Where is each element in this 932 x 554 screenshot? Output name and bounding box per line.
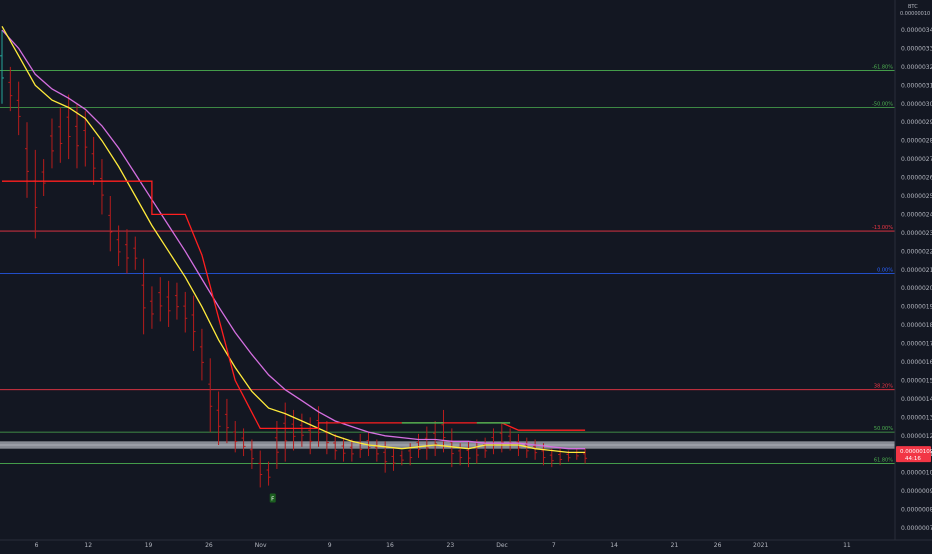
y-tick-label: 0.00000240	[901, 211, 932, 218]
y-tick-label: 0.00000280	[901, 138, 932, 145]
y-tick-label: 0.00000130	[901, 414, 932, 421]
y-tick-label: 0.00000100	[901, 470, 932, 477]
y-tick-label: 0.00000190	[901, 304, 932, 311]
fib-level-label: 0.00%	[877, 267, 893, 273]
fib-level-label: -50.00%	[872, 101, 893, 107]
y-tick-label: 0.00000320	[901, 64, 932, 71]
x-tick-label: 9	[328, 542, 332, 549]
x-tick-label: 26	[714, 542, 722, 549]
y-tick-label: 0.00000220	[901, 248, 932, 255]
y-tick-label: 0.00000210	[901, 267, 932, 274]
y-tick-label: 0.00000230	[901, 230, 932, 237]
x-tick-label: Dec	[496, 542, 508, 549]
axis-header-symbol: BTC	[908, 4, 918, 10]
y-tick-label: 0.00000080	[901, 507, 932, 514]
y-tick-label: 0.00000150	[901, 377, 932, 384]
fib-level-label: 38.20%	[874, 384, 893, 390]
x-tick-label: 16	[386, 542, 394, 549]
y-tick-label: 0.00000140	[901, 396, 932, 403]
y-tick-label: 0.00000160	[901, 359, 932, 366]
price-badge-countdown: 44:16	[905, 456, 921, 462]
x-tick-label: 2021	[753, 542, 768, 549]
y-tick-label: 0.00000340	[901, 27, 932, 34]
y-tick-label: 0.00000090	[901, 488, 932, 495]
y-tick-label: 0.00000330	[901, 45, 932, 52]
x-tick-label: 23	[447, 542, 455, 549]
chart-svg[interactable]: -61.80%-50.00%-13.00%0.00%38.20%50.00%61…	[0, 0, 932, 550]
y-tick-label: 0.00000120	[901, 433, 932, 440]
chart-background	[0, 0, 932, 550]
y-tick-label: 0.00000300	[901, 101, 932, 108]
y-tick-label: 0.00000310	[901, 82, 932, 89]
fib-level-label: 50.00%	[874, 426, 893, 432]
marker-label: F	[271, 496, 274, 502]
x-tick-label: 19	[145, 542, 153, 549]
x-tick-label: 6	[35, 542, 39, 549]
y-tick-label: 0.00000250	[901, 193, 932, 200]
y-tick-label: 0.00000170	[901, 341, 932, 348]
axis-header-scale: 0.00000010	[900, 11, 930, 17]
fib-level-label: 61.80%	[874, 457, 893, 463]
price-badge-value: 0.00000109	[900, 449, 932, 455]
y-tick-label: 0.00000270	[901, 156, 932, 163]
y-tick-label: 0.00000070	[901, 525, 932, 532]
fib-level-label: -61.80%	[872, 65, 893, 71]
x-tick-label: 21	[671, 542, 679, 549]
x-tick-label: 12	[84, 542, 92, 549]
x-tick-label: 14	[610, 542, 618, 549]
y-tick-label: 0.00000200	[901, 285, 932, 292]
y-tick-label: 0.00000260	[901, 175, 932, 182]
fib-level-label: -13.00%	[872, 225, 893, 231]
y-tick-label: 0.00000180	[901, 322, 932, 329]
x-tick-label: 11	[843, 542, 851, 549]
x-tick-label: 7	[552, 542, 556, 549]
x-tick-label: 26	[205, 542, 213, 549]
y-tick-label: 0.00000290	[901, 119, 932, 126]
price-chart[interactable]: -61.80% -50.00% -13.00% 0.00% 38.20% 50.00% 61…	[0, 0, 932, 550]
x-tick-label: Nov	[255, 542, 267, 549]
